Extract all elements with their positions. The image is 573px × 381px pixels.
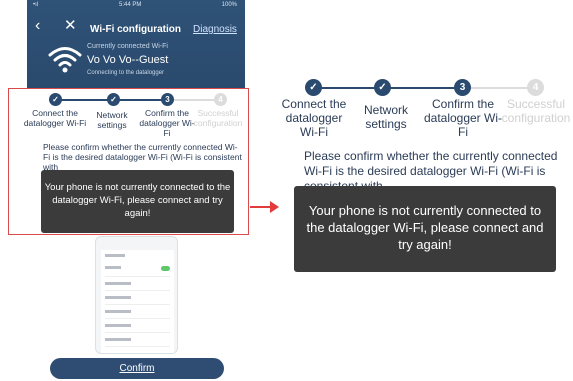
error-toast: Your phone is not currently connected to… xyxy=(41,170,234,233)
arrow-icon xyxy=(250,206,272,208)
highlight-frame: ✓ ✓ 3 4 Connect the datalogger Wi-Fi Net… xyxy=(8,88,249,235)
step-3-number: 3 xyxy=(454,79,471,96)
step-2-label: Network settings xyxy=(363,103,408,131)
step-4-label: Successful configuration xyxy=(501,97,571,125)
wifi-subtitle: Connecting to the datalogger xyxy=(87,70,165,76)
step-connector xyxy=(382,87,462,89)
step-2-check-icon: ✓ xyxy=(107,93,120,106)
connected-caption: Currently connected Wi-Fi xyxy=(87,43,168,50)
step-3-label: Confirm the datalogger Wi-Fi xyxy=(423,97,503,139)
carrier: •ıl xyxy=(33,2,39,8)
step-3-label: Confirm the datalogger Wi-Fi xyxy=(139,108,195,138)
status-bar: •ıl 5:44 PM 100% xyxy=(27,2,245,12)
step-connector xyxy=(313,87,382,89)
confirm-button[interactable]: Confirm xyxy=(50,358,224,379)
toggle-icon xyxy=(161,266,170,271)
step-connector xyxy=(55,99,113,101)
back-chevron-icon[interactable]: ‹ xyxy=(35,18,40,34)
battery: 100% xyxy=(221,2,237,8)
step-4-label: Successful configuration xyxy=(193,108,243,128)
page-title: Wi-Fi configuration xyxy=(90,24,182,35)
phone-screen: •ıl 5:44 PM 100% ‹ ✕ Wi-Fi configuration… xyxy=(0,0,249,381)
step-3-number: 3 xyxy=(161,93,174,106)
step-connector xyxy=(462,87,535,89)
step-2-check-icon: ✓ xyxy=(374,79,391,96)
step-1-check-icon: ✓ xyxy=(49,93,62,106)
wifi-settings-illustration xyxy=(101,250,174,353)
wifi-name: Vo Vo Vo--Guest xyxy=(87,54,169,66)
step-4-number: 4 xyxy=(214,93,227,106)
diagnosis-link[interactable]: Diagnosis xyxy=(193,24,237,35)
clock: 5:44 PM xyxy=(119,2,142,8)
step-2-label: Network settings xyxy=(96,110,128,130)
step-connector xyxy=(113,99,167,101)
step-1-check-icon: ✓ xyxy=(305,79,322,96)
zoomed-view: ✓ ✓ 3 4 Connect the datalogger Wi-Fi Net… xyxy=(275,70,573,280)
step-4-number: 4 xyxy=(527,79,544,96)
wifi-icon xyxy=(48,47,82,73)
step-1-label: Connect the datalogger Wi-Fi xyxy=(23,108,87,128)
header: •ıl 5:44 PM 100% ‹ ✕ Wi-Fi configuration… xyxy=(27,0,245,88)
close-icon[interactable]: ✕ xyxy=(64,18,77,34)
error-toast: Your phone is not currently connected to… xyxy=(294,186,556,272)
step-connector xyxy=(167,99,221,101)
phone-illustration xyxy=(95,236,178,354)
step-1-label: Connect the datalogger Wi-Fi xyxy=(281,97,347,139)
